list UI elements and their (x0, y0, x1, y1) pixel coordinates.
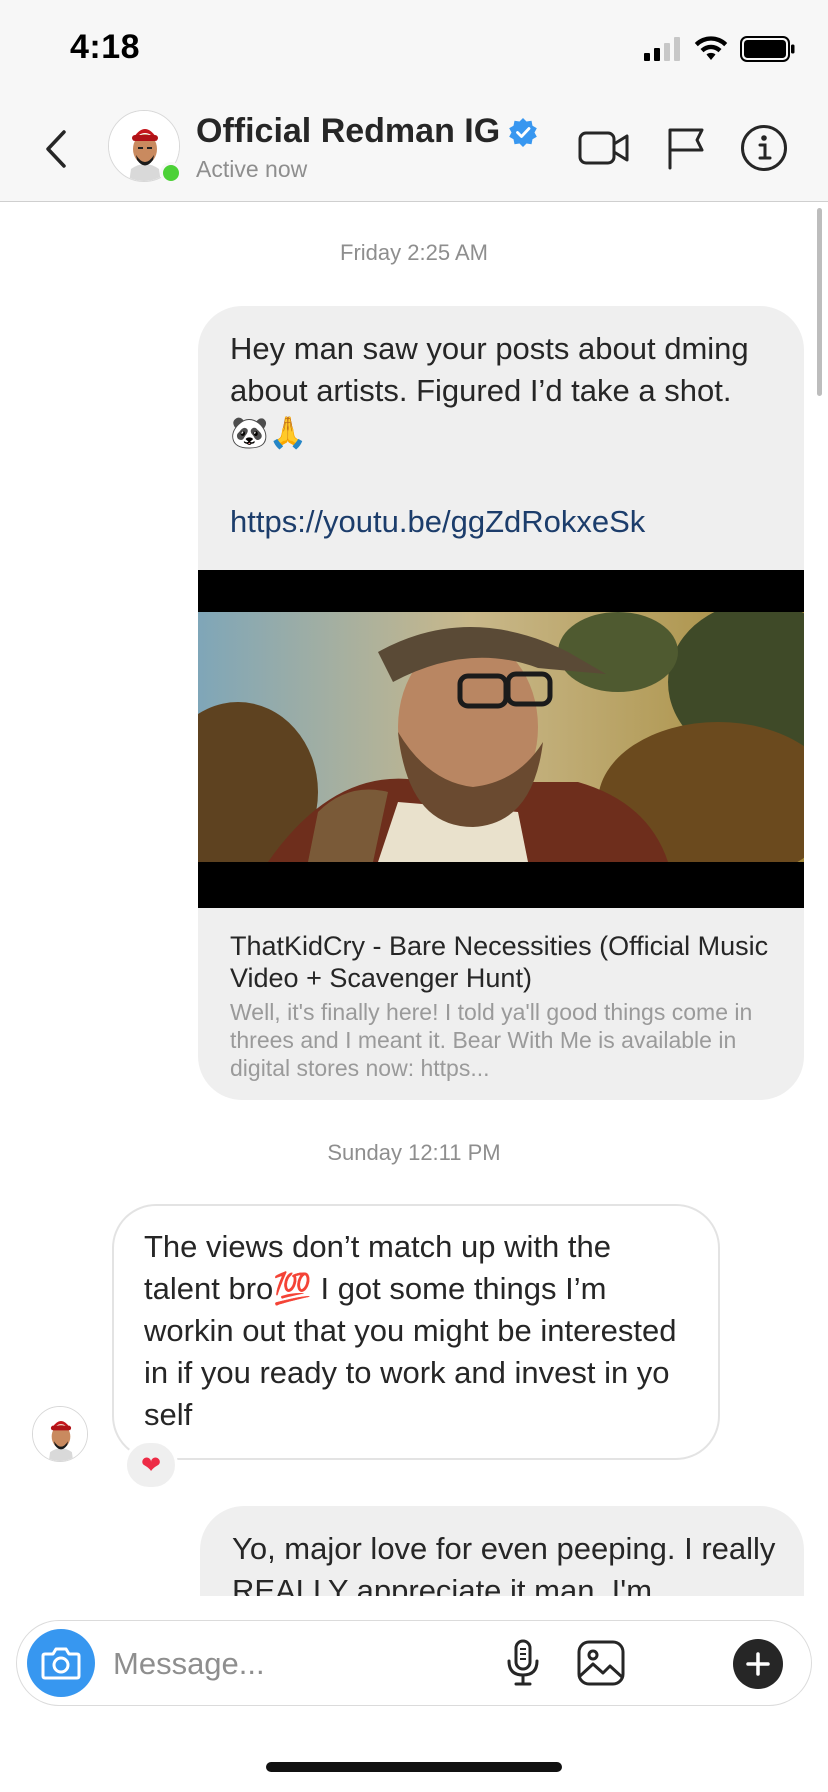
microphone-icon (507, 1639, 539, 1686)
link-preview-description: Well, it's finally here! I told ya'll go… (230, 999, 753, 1081)
video-thumbnail[interactable] (198, 570, 804, 908)
more-options-button[interactable] (733, 1639, 783, 1689)
gallery-button[interactable] (573, 1635, 629, 1691)
report-flag-button[interactable] (658, 120, 714, 176)
cellular-signal-icon (644, 37, 680, 61)
wifi-icon (694, 36, 728, 60)
camera-icon (41, 1647, 81, 1680)
active-status: Active now (196, 156, 308, 182)
info-icon (741, 125, 787, 171)
back-button[interactable] (36, 124, 76, 174)
video-call-button[interactable] (576, 120, 632, 176)
incoming-message-bubble[interactable]: The views don’t match up with the talent… (112, 1204, 720, 1460)
scroll-indicator[interactable] (817, 208, 822, 396)
message-text: Hey man saw your posts about dming about… (230, 331, 749, 450)
link-preview-title[interactable]: ThatKidCry - Bare Necessities (Official … (230, 930, 778, 994)
verified-badge-icon (509, 117, 537, 147)
avatar-illustration (33, 1407, 87, 1461)
status-icons (644, 36, 796, 62)
contact-name: Official Redman IG (196, 112, 501, 150)
header-title[interactable]: Official Redman IG (196, 112, 538, 151)
message-link[interactable]: https://youtu.be/ggZdRokxeSk (230, 504, 645, 540)
back-chevron-icon (46, 130, 66, 168)
status-bar: 4:18 (0, 0, 828, 96)
video-frame (198, 612, 804, 862)
timestamp-sunday: Sunday 12:11 PM (327, 1140, 501, 1165)
message-text: Yo, major love for even peeping. I reall… (232, 1531, 776, 1596)
plus-icon (746, 1652, 770, 1676)
conversation-header: Official Redman IG Active now (0, 96, 828, 202)
sender-avatar[interactable] (32, 1406, 88, 1462)
voice-message-button[interactable] (495, 1635, 551, 1691)
flag-icon (668, 128, 704, 170)
status-time: 4:18 (70, 28, 141, 66)
message-text: The views don’t match up with the talent… (144, 1229, 677, 1432)
battery-icon (740, 36, 795, 62)
outgoing-message-bubble-partial[interactable]: Yo, major love for even peeping. I reall… (200, 1506, 804, 1596)
gallery-icon (577, 1640, 625, 1686)
outgoing-message-bubble[interactable]: Hey man saw your posts about dming about… (198, 306, 804, 1100)
timestamp-friday: Friday 2:25 AM (340, 240, 488, 265)
online-indicator (160, 162, 182, 184)
heart-icon: ❤ (140, 1451, 162, 1479)
message-composer (16, 1620, 812, 1706)
heart-reaction[interactable]: ❤ (124, 1440, 178, 1490)
info-button[interactable] (736, 120, 792, 176)
video-call-icon (578, 131, 629, 165)
home-indicator[interactable] (266, 1762, 562, 1772)
video-still-image (198, 612, 804, 862)
camera-button[interactable] (27, 1629, 95, 1697)
message-input[interactable] (113, 1645, 493, 1683)
profile-avatar[interactable] (108, 110, 182, 184)
